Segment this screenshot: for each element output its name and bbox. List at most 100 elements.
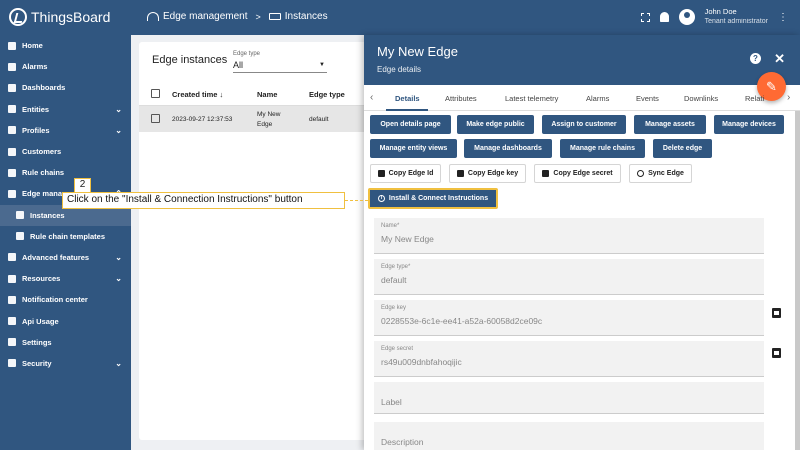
- profiles-icon: [8, 126, 16, 135]
- description-field-placeholder: Description: [381, 437, 424, 447]
- tab-downlinks[interactable]: Downlinks: [684, 94, 718, 103]
- router-icon: [147, 12, 159, 21]
- cell-created-time: 2023-09-27 12:37:53: [172, 116, 233, 123]
- breadcrumb-instances: Instances: [268, 11, 328, 22]
- fullscreen-icon[interactable]: [640, 12, 650, 22]
- sidebar-item-resources[interactable]: Resources ⌄: [0, 268, 131, 289]
- tab-events[interactable]: Events: [636, 94, 659, 103]
- name-field-label: Name*: [381, 223, 400, 229]
- folder-icon: [8, 274, 16, 283]
- tabs-scroll-right-icon[interactable]: ›: [787, 92, 790, 103]
- manage-entity-views-button[interactable]: Manage entity views: [370, 139, 457, 158]
- tab-details[interactable]: Details: [395, 94, 420, 103]
- column-name[interactable]: Name: [257, 90, 277, 99]
- copy-edge-secret-button[interactable]: Copy Edge secret: [534, 164, 621, 183]
- delete-edge-button[interactable]: Delete edge: [653, 139, 712, 158]
- manage-rule-chains-button[interactable]: Manage rule chains: [560, 139, 645, 158]
- edge-type-field-label: Edge type*: [381, 264, 411, 270]
- assign-to-customer-button[interactable]: Assign to customer: [542, 115, 626, 134]
- sidebar-item-rule-chain-templates[interactable]: Rule chain templates: [0, 226, 131, 247]
- instances-icon: [16, 211, 24, 220]
- dashboard-icon: [8, 83, 16, 92]
- sidebar-item-home[interactable]: Home: [0, 35, 131, 56]
- sidebar: Home Alarms Dashboards Entities ⌄ Profile…: [0, 35, 131, 450]
- tab-latest-telemetry[interactable]: Latest telemetry: [505, 94, 558, 103]
- sync-icon: [637, 170, 645, 177]
- chevron-down-icon: ⌄: [115, 358, 122, 368]
- sidebar-item-customers[interactable]: Customers: [0, 141, 131, 162]
- details-scrollbar[interactable]: [795, 111, 800, 450]
- rule-chain-icon: [8, 168, 16, 177]
- sidebar-item-rule-chains[interactable]: Rule chains: [0, 162, 131, 183]
- copy-edge-id-button[interactable]: Copy Edge Id: [370, 164, 441, 183]
- name-field[interactable]: Name* My New Edge: [374, 218, 764, 254]
- sidebar-item-security[interactable]: Security ⌄: [0, 353, 131, 374]
- details-subtitle: Edge details: [377, 65, 422, 74]
- edge-key-field[interactable]: Edge key 0228553e-6c1e-ee41-a52a-60058d2…: [374, 300, 764, 336]
- column-created-time[interactable]: Created time ↓: [172, 90, 223, 99]
- shield-icon: [8, 359, 16, 368]
- name-field-value: My New Edge: [381, 234, 434, 244]
- sidebar-item-advanced-features[interactable]: Advanced features ⌄: [0, 247, 131, 268]
- table-row[interactable]: 2023-09-27 12:37:53 My New Edge default: [139, 106, 379, 132]
- copy-edge-key-clipboard-icon[interactable]: [772, 308, 781, 318]
- breadcrumb-separator: >: [255, 11, 261, 22]
- tab-attributes[interactable]: Attributes: [445, 94, 477, 103]
- breadcrumb-parent-label: Edge management: [163, 11, 248, 22]
- more-vert-icon[interactable]: ⋮: [778, 12, 788, 23]
- copy-icon: [456, 170, 464, 177]
- tutorial-step-number: 2: [74, 178, 91, 193]
- top-bar: ThingsBoard Edge management > Instances …: [0, 0, 800, 35]
- sync-edge-button[interactable]: Sync Edge: [629, 164, 692, 183]
- copy-edge-secret-clipboard-icon[interactable]: [772, 348, 781, 358]
- tab-relations[interactable]: Relati: [745, 94, 764, 103]
- tab-alarms[interactable]: Alarms: [586, 94, 609, 103]
- dropdown-arrow-icon: ▼: [319, 62, 325, 68]
- sidebar-item-entities[interactable]: Entities ⌄: [0, 99, 131, 120]
- sidebar-item-profiles[interactable]: Profiles ⌄: [0, 120, 131, 141]
- select-all-checkbox[interactable]: [151, 89, 160, 98]
- edge-type-field[interactable]: Edge type* default: [374, 259, 764, 295]
- chevron-down-icon: ⌄: [115, 125, 122, 135]
- edge-secret-field-label: Edge secret: [381, 346, 414, 352]
- user-info[interactable]: John Doe Tenant administrator: [705, 7, 768, 27]
- row-checkbox[interactable]: [151, 114, 160, 123]
- edge-type-filter-value: All: [233, 60, 244, 70]
- edge-secret-field[interactable]: Edge secret rs49u009dnbfahoqijic: [374, 341, 764, 377]
- table-header: Created time ↓ Name Edge type: [139, 82, 379, 106]
- manage-dashboards-button[interactable]: Manage dashboards: [464, 139, 552, 158]
- close-icon[interactable]: ✕: [774, 51, 785, 67]
- sidebar-item-dashboards[interactable]: Dashboards: [0, 77, 131, 98]
- tabs-scroll-left-icon[interactable]: ‹: [370, 92, 373, 103]
- column-edge-type[interactable]: Edge type: [309, 90, 345, 99]
- label-field[interactable]: Label: [374, 382, 764, 414]
- entities-icon: [8, 105, 16, 114]
- details-title: My New Edge: [377, 44, 458, 59]
- breadcrumb-current-label: Instances: [284, 11, 328, 22]
- user-name: John Doe: [704, 7, 737, 16]
- edge-type-filter-label: Edge type: [233, 51, 261, 57]
- sidebar-item-settings[interactable]: Settings: [0, 332, 131, 353]
- help-icon[interactable]: ?: [750, 53, 761, 64]
- description-field[interactable]: Description: [374, 422, 764, 450]
- sidebar-item-notification-center[interactable]: Notification center: [0, 289, 131, 310]
- open-details-page-button[interactable]: Open details page: [370, 115, 451, 134]
- label-field-placeholder: Label: [381, 397, 402, 407]
- edge-key-field-value: 0228553e-6c1e-ee41-a52a-60058d2ce09c: [381, 316, 543, 326]
- home-icon: [8, 41, 16, 50]
- manage-assets-button[interactable]: Manage assets: [634, 115, 706, 134]
- copy-edge-key-button[interactable]: Copy Edge key: [449, 164, 526, 183]
- active-tab-indicator: [386, 109, 428, 111]
- breadcrumb-edge-management[interactable]: Edge management: [147, 11, 248, 22]
- make-edge-public-button[interactable]: Make edge public: [457, 115, 534, 134]
- top-right-controls: John Doe Tenant administrator ⋮: [640, 7, 788, 27]
- copy-icon: [542, 170, 550, 177]
- app-logo[interactable]: ThingsBoard: [9, 8, 110, 26]
- sidebar-item-api-usage[interactable]: Api Usage: [0, 310, 131, 331]
- edge-type-filter-select[interactable]: All ▼: [233, 60, 327, 73]
- sidebar-item-alarms[interactable]: Alarms: [0, 56, 131, 77]
- user-avatar-icon[interactable]: [678, 9, 695, 25]
- notifications-bell-icon[interactable]: [659, 12, 669, 22]
- install-connect-instructions-button[interactable]: i Install & Connect Instructions: [368, 188, 498, 209]
- manage-devices-button[interactable]: Manage devices: [714, 115, 784, 134]
